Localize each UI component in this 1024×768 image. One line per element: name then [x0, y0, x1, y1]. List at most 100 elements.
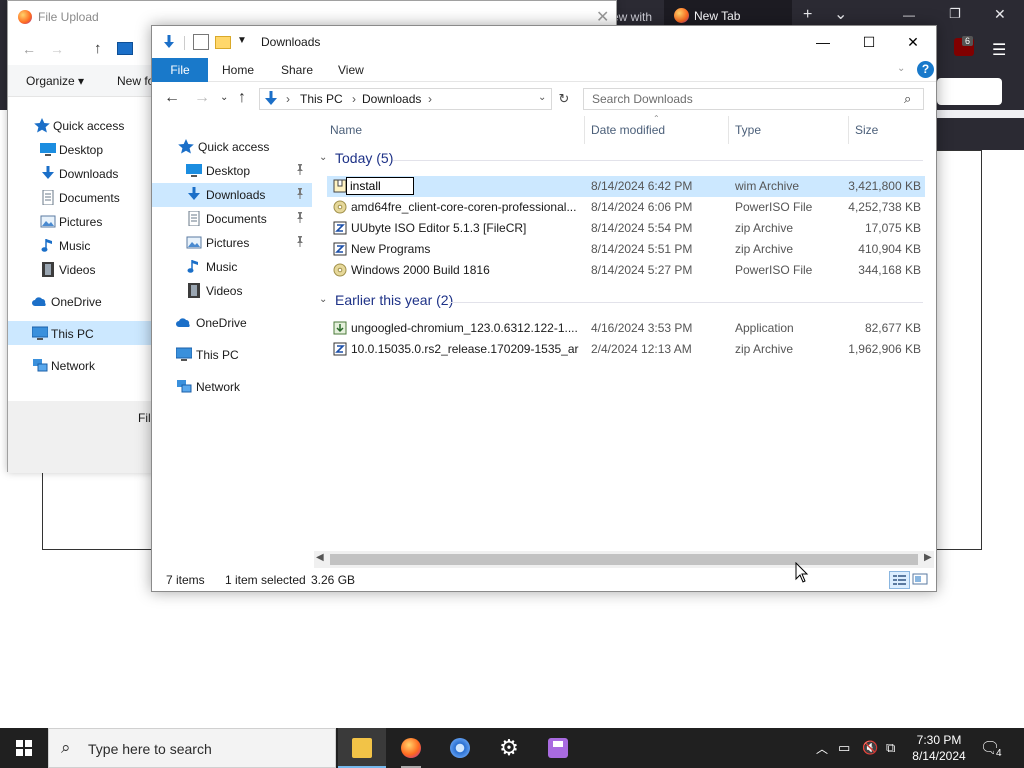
browser-menu-icon[interactable]: ☰ — [992, 40, 1006, 60]
tab-home[interactable]: Home — [208, 58, 268, 82]
rename-input[interactable] — [346, 177, 414, 195]
sidebar-item-music[interactable]: Music — [152, 255, 312, 279]
cloud-icon — [32, 294, 48, 308]
scroll-left-arrow-icon[interactable]: ◀ — [316, 552, 324, 563]
forward-button[interactable]: → — [194, 89, 210, 107]
sidebar-item-documents[interactable]: Documents — [152, 207, 312, 231]
refresh-button[interactable]: ↻ — [555, 88, 573, 110]
sidebar-item-network[interactable]: Network — [152, 375, 312, 399]
browser-restore-button[interactable]: ❐ — [949, 6, 961, 22]
new-folder-button[interactable]: New fo — [117, 74, 154, 88]
search-input[interactable]: Search Downloads ⌕ — [583, 88, 924, 110]
browser-minimize-button[interactable]: — — [903, 8, 915, 22]
taskbar-settings[interactable]: ⚙ — [485, 728, 533, 768]
file-row[interactable]: 8/14/2024 6:42 PM wim Archive 3,421,800 KB — [327, 176, 925, 197]
tab-share[interactable]: Share — [267, 58, 327, 82]
file-row[interactable]: Windows 2000 Build 1816 8/14/2024 5:27 PM… — [327, 260, 925, 281]
file-row[interactable]: 10.0.15035.0.rs2_release.170209-1535_arm… — [327, 339, 925, 360]
pin-icon[interactable] — [295, 212, 305, 226]
sidebar-item-onedrive[interactable]: OneDrive — [152, 311, 312, 335]
large-icons-view-icon[interactable] — [912, 572, 928, 586]
back-button[interactable]: ← — [164, 89, 180, 107]
expand-ribbon-chevron-icon[interactable]: ⌄ — [897, 63, 905, 74]
taskbar-file-explorer[interactable] — [338, 728, 386, 768]
sidebar-item-downloads[interactable]: Downloads — [152, 183, 312, 207]
upload-close-button[interactable]: ✕ — [596, 7, 609, 27]
file-type: wim Archive — [735, 179, 800, 193]
pin-icon[interactable] — [295, 236, 305, 250]
screen-capture-icon[interactable]: ⧉ — [886, 740, 895, 756]
volume-muted-icon[interactable]: 🔇 — [862, 740, 878, 756]
start-button[interactable] — [0, 728, 48, 768]
file-row[interactable]: UUbyte ISO Editor 5.1.3 [FileCR] 8/14/202… — [327, 218, 925, 239]
up-button[interactable]: ↑ — [238, 89, 246, 107]
browser-tab-title: New Tab — [694, 9, 741, 23]
sidebar-item-pictures[interactable]: Pictures — [152, 231, 312, 255]
document-icon — [186, 210, 202, 227]
taskbar-search-placeholder: Type here to search — [88, 741, 212, 757]
horizontal-scrollbar[interactable]: ◀ ▶ — [314, 551, 934, 568]
help-button[interactable]: ? — [917, 61, 934, 78]
network-icon[interactable]: ▭ — [838, 740, 850, 756]
collapse-chevron-icon[interactable]: ⌄ — [319, 294, 327, 305]
taskbar-firefox[interactable] — [387, 728, 435, 768]
organize-button[interactable]: Organize ▾ — [26, 74, 84, 88]
taskbar-search-box[interactable]: ⌕ Type here to search — [48, 728, 336, 768]
file-type: PowerISO File — [735, 263, 813, 277]
breadcrumb-downloads[interactable]: Downloads — [362, 92, 421, 106]
group-header[interactable]: ⌄ Earlier this year (2) — [319, 292, 929, 312]
taskbar-iso-editor[interactable] — [534, 728, 582, 768]
upload-forward-icon[interactable]: → — [50, 41, 64, 57]
document-icon — [40, 189, 56, 206]
taskbar-clock[interactable]: 7:30 PM 8/14/2024 — [908, 732, 970, 764]
browser-close-button[interactable]: ✕ — [994, 6, 1006, 23]
window-title: Downloads — [261, 35, 321, 49]
browser-tab-label[interactable]: ew with — [612, 10, 652, 24]
address-bar[interactable]: › This PC › Downloads › ⌄ — [259, 88, 552, 110]
file-name: 10.0.15035.0.rs2_release.170209-1535_arm… — [351, 342, 579, 356]
ribbon-tabs: File Home Share View ⌄ ? — [152, 58, 936, 82]
archive-icon — [333, 179, 347, 196]
tab-list-chevron-icon[interactable]: ⌄ — [834, 4, 847, 24]
new-tab-button[interactable]: + — [803, 6, 812, 24]
tab-file[interactable]: File — [152, 58, 208, 82]
pin-icon[interactable] — [295, 164, 305, 178]
scroll-right-arrow-icon[interactable]: ▶ — [924, 552, 932, 563]
sidebar-item-videos[interactable]: Videos — [152, 279, 312, 303]
downloads-folder-icon — [262, 91, 280, 107]
breadcrumb-separator[interactable]: › — [352, 92, 356, 106]
downloads-quick-icon[interactable] — [161, 34, 177, 50]
show-hidden-icons-chevron-icon[interactable]: ︿ — [816, 740, 828, 757]
search-icon[interactable]: ⌕ — [904, 91, 911, 107]
details-view-icon[interactable] — [889, 571, 910, 589]
file-row[interactable]: New Programs 8/14/2024 5:51 PM zip Archive… — [327, 239, 925, 260]
minimize-button[interactable]: — — [800, 30, 846, 54]
new-folder-icon[interactable] — [215, 36, 231, 49]
sidebar-item-desktop[interactable]: Desktop — [152, 159, 312, 183]
browser-url-bar[interactable] — [937, 78, 1002, 105]
file-row[interactable]: ungoogled-chromium_123.0.6312.122-1.... 4… — [327, 318, 925, 339]
group-header[interactable]: ⌄ Today (5) — [319, 150, 929, 170]
sidebar-item-this-pc[interactable]: This PC — [152, 343, 312, 367]
breadcrumb-separator[interactable]: › — [286, 92, 290, 106]
upload-back-icon[interactable]: ← — [22, 41, 36, 57]
file-row[interactable]: amd64fre_client-core-coren-professional.… — [327, 197, 925, 218]
breadcrumb-separator[interactable]: › — [428, 92, 432, 106]
recent-locations-button[interactable]: ⌄ — [220, 92, 228, 103]
collapse-chevron-icon[interactable]: ⌄ — [319, 152, 327, 163]
taskbar-chromium[interactable] — [436, 728, 484, 768]
breadcrumb-this-pc[interactable]: This PC — [300, 92, 343, 106]
customize-quick-access-icon[interactable]: ▼ — [237, 35, 247, 46]
close-button[interactable]: ✕ — [890, 30, 936, 54]
titlebar-separator — [184, 36, 185, 50]
sidebar-item-quick-access[interactable]: Quick access — [152, 135, 312, 159]
upload-up-icon[interactable]: ↑ — [94, 40, 102, 57]
music-note-icon — [40, 238, 56, 252]
pin-icon[interactable] — [295, 188, 305, 202]
maximize-button[interactable]: ☐ — [846, 30, 892, 54]
tab-view[interactable]: View — [324, 58, 378, 82]
address-dropdown-chevron-icon[interactable]: ⌄ — [538, 92, 546, 103]
file-size: 1,962,906 KB — [848, 342, 921, 356]
properties-icon[interactable] — [193, 34, 209, 50]
scrollbar-thumb[interactable] — [330, 554, 918, 565]
